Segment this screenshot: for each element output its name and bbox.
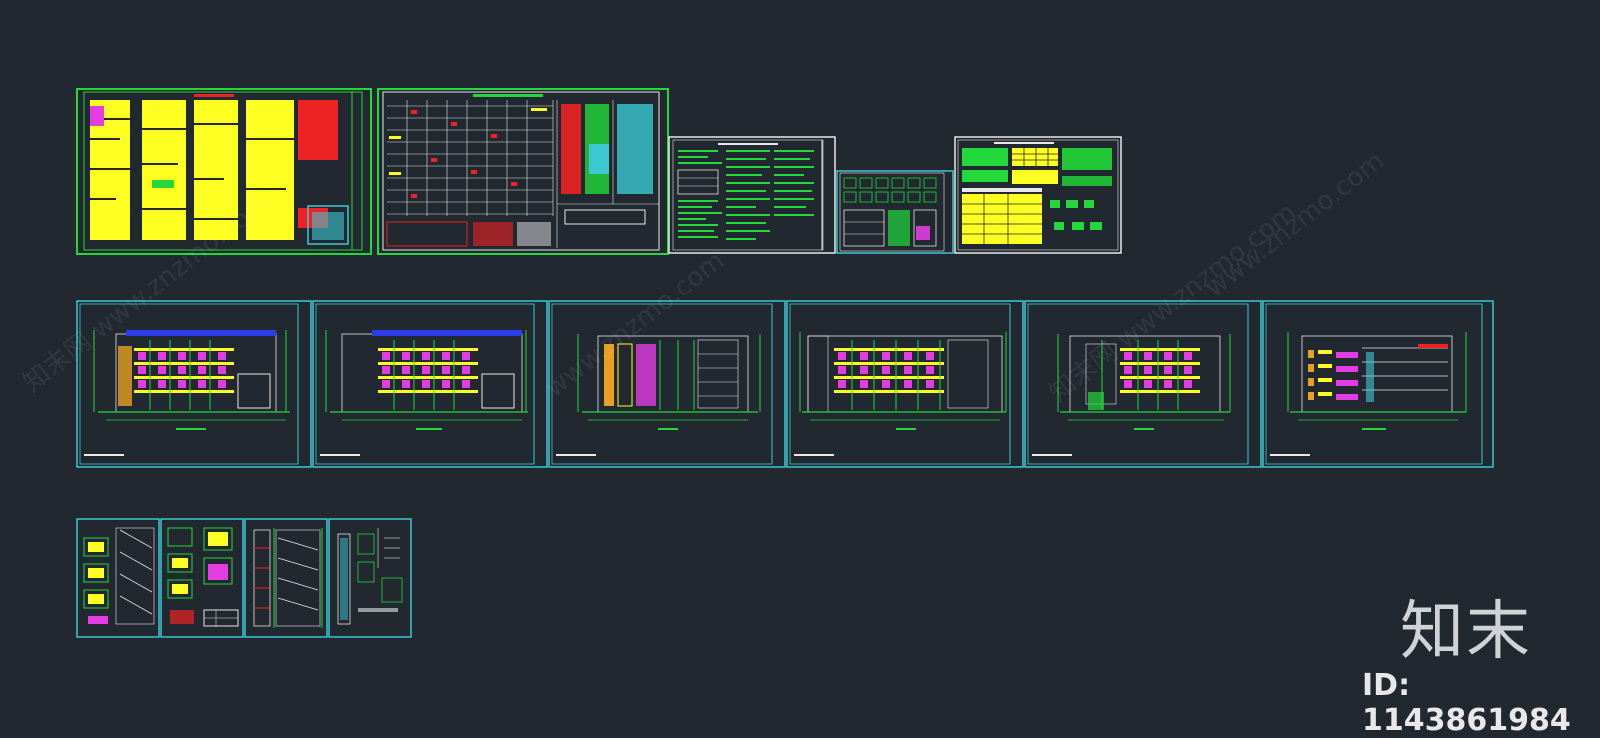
sheet-elevation-4[interactable] [786, 300, 1024, 468]
sheet-notes-white[interactable] [668, 136, 836, 254]
watermark-4: www.znzmo.com [1200, 145, 1391, 304]
drawing-schedule [954, 136, 1122, 254]
sheet-schedule[interactable] [954, 136, 1122, 254]
asset-id-label: ID: 1143861984 [1362, 668, 1571, 738]
sheet-design-notes-table[interactable] [377, 88, 669, 255]
drawing-detail-small [836, 170, 954, 254]
sheet-elevation-3[interactable] [548, 300, 786, 468]
brand-logo: 知末 [1400, 595, 1532, 669]
sheet-detail-b[interactable] [160, 518, 244, 638]
drawing-design-notes-table [377, 88, 669, 255]
sheet-detail-d[interactable] [328, 518, 412, 638]
drawing-notes-white [668, 136, 836, 254]
drawing-detail-a [76, 518, 160, 638]
sheet-detail-c[interactable] [244, 518, 328, 638]
drawing-elevation-2 [312, 300, 548, 468]
drawing-detail-b [160, 518, 244, 638]
sheet-section-1[interactable] [1262, 300, 1494, 468]
drawing-elevation-3 [548, 300, 786, 468]
drawing-detail-d [328, 518, 412, 638]
drawing-detail-c [244, 518, 328, 638]
sheet-detail-a[interactable] [76, 518, 160, 638]
drawing-elevation-4 [786, 300, 1024, 468]
sheet-elevation-2[interactable] [312, 300, 548, 468]
drawing-section-1 [1262, 300, 1494, 468]
sheet-detail-small[interactable] [836, 170, 954, 254]
